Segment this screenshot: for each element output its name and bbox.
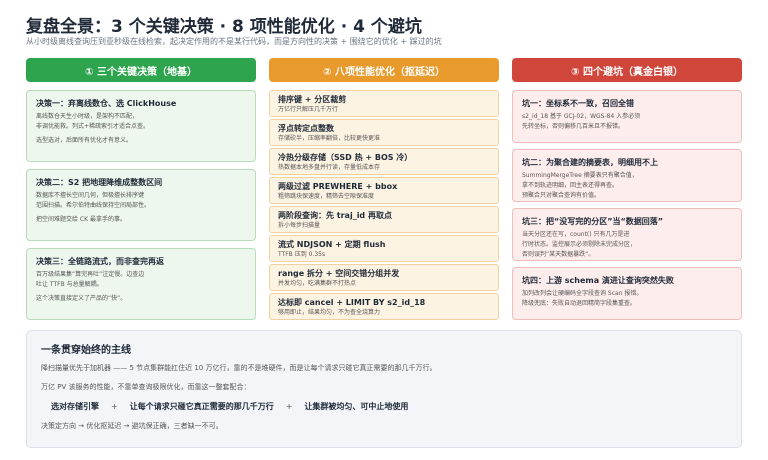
optimization-card-4: 两级过滤 PREWHERE + bbox 粗筛跳块保速度，精筛去空隙保准度 (269, 177, 499, 204)
optimization-card-line: 拆小每步扫描量 (278, 222, 321, 229)
optimization-card-line: 存储砍半，压缩率翻倍，比较更快更准 (278, 135, 381, 142)
page-title: 复盘全景：3 个关键决策 · 8 项性能优化 · 4 个避坑 (26, 17, 422, 37)
optimizations-header: ② 八项性能优化（抠延迟） (269, 58, 499, 82)
decision-card-note: 这个决策直接定义了产品的“快”。 (36, 295, 127, 302)
pitfalls-header: ③ 四个避坑（真金白银） (512, 58, 742, 82)
optimization-card-line: 够用即止，结果均匀，不为查全烧算力 (278, 309, 381, 316)
decision-card-line: 百万级结果集“算完再吐”注定慢。边查边 (36, 271, 145, 278)
page-subtitle: 从小时级离线查询压到亚秒级在线检索，起决定作用的不是某行代码，而是方向性的决策 … (26, 37, 442, 46)
summary-panel: 一条贯穿始终的主线 降扫描量优先于加机器 —— 5 节点集群能扛住近 10 万亿… (26, 330, 742, 448)
optimizations-column: ② 八项性能优化（抠延迟） 排序键 + 分区裁剪 万亿行只解压几千万行 浮点转定… (269, 58, 499, 322)
summary-chain: 选对存储引擎 + 让每个请求只碰它真正需要的那几千万行 + 让集群被均匀、可中止… (51, 401, 727, 412)
decision-card-title: 决策一：弃离线数仓、选 ClickHouse (36, 99, 177, 108)
chain-item: 让每个请求只碰它真正需要的那几千万行 (129, 402, 274, 411)
summary-line-3: 决策定方向 → 优化抠延迟 → 避坑保正确，三者缺一不可。 (41, 422, 223, 430)
optimization-card-title: 两级过滤 PREWHERE + bbox (278, 182, 398, 191)
decision-card-note: 选型选对，后面所有优化才有意义。 (36, 137, 133, 144)
pitfalls-column: ③ 四个避坑（真金白银） 坑一：坐标系不一致，召回全错 s2_id_18 基于 … (512, 58, 742, 326)
pitfall-card-title: 坑三：把“没写完的分区”当“数据回落” (522, 217, 664, 226)
pitfall-card-line: 行时状态。监控展示必须剔除未完成分区， (522, 241, 637, 248)
optimization-card-line: 并发均匀，吃满集群不打热点 (278, 280, 357, 287)
chain-plus: + (111, 402, 118, 411)
optimization-card-3: 冷热分级存储（SSD 热 + BOS 冷） 热数据本地多盘并行读，存量低成本存 (269, 148, 499, 175)
optimization-card-1: 排序键 + 分区裁剪 万亿行只解压几千万行 (269, 90, 499, 117)
optimization-card-5: 两阶段查询：先 traj_id 再取点 拆小每步扫描量 (269, 206, 499, 233)
optimization-card-7: range 拆分 + 空间交错分组并发 并发均匀，吃满集群不打热点 (269, 264, 499, 291)
decision-card-title: 决策二：S2 把地理降维成整数区间 (36, 178, 163, 187)
optimization-card-6: 流式 NDJSON + 定期 flush TTFB 压到 0.35s (269, 235, 499, 262)
chain-item: 让集群被均匀、可中止地使用 (304, 402, 409, 411)
optimization-card-8: 达标即 cancel + LIMIT BY s2_id_18 够用即止，结果均匀… (269, 293, 499, 320)
decision-card-title: 决策三：全链路流式，而非查完再返 (36, 257, 164, 266)
pitfall-card-title: 坑一：坐标系不一致，召回全错 (522, 99, 634, 108)
optimization-card-title: 达标即 cancel + LIMIT BY s2_id_18 (278, 298, 426, 307)
summary-line-1: 降扫描量优先于加机器 —— 5 节点集群能扛住近 10 万亿行，靠的不是堆硬件，… (41, 364, 437, 372)
pitfall-card-title: 坑四：上游 schema 演进让查询突然失败 (522, 276, 674, 285)
decisions-header: ① 三个关键决策（地基） (26, 58, 256, 82)
decision-card-line: 吐让 TTFB 与总量解耦。 (36, 281, 103, 288)
optimization-card-line: TTFB 压到 0.35s (278, 251, 326, 258)
pitfall-card-line: 拿不到轨迹明细，回主表还得再查。 (522, 182, 619, 189)
decisions-column: ① 三个关键决策（地基） 决策一：弃离线数仓、选 ClickHouse 离线数仓… (26, 58, 256, 327)
decision-card-2: 决策二：S2 把地理降维成整数区间 数据库不擅长空间几何，但极擅长排序键 范围扫… (26, 169, 256, 241)
optimization-card-title: 两阶段查询：先 traj_id 再取点 (278, 211, 392, 220)
pitfall-card-line: s2_id_18 基于 GCJ-02，WGS-84 入参必须 (522, 113, 641, 120)
decision-card-3: 决策三：全链路流式，而非查完再返 百万级结果集“算完再吐”注定慢。边查边 吐让 … (26, 248, 256, 320)
pitfall-card-line: SummingMergeTree 摘要表只有聚合值， (522, 172, 638, 179)
optimization-card-title: 排序键 + 分区裁剪 (278, 95, 347, 104)
summary-line-2: 万亿 PV 该服务的性能，不靠单查询极限优化，而靠这一整套配合： (41, 383, 251, 391)
optimization-card-title: range 拆分 + 空间交错分组并发 (278, 269, 400, 278)
optimization-card-title: 流式 NDJSON + 定期 flush (278, 240, 386, 249)
pitfall-card-line: 当天分区还在写，count() 只有几万是进 (522, 231, 630, 238)
optimization-card-title: 浮点转定点整数 (278, 124, 334, 133)
pitfall-card-line: 先转坐标，否则偏移几百米且不报错。 (522, 123, 625, 130)
decision-card-1: 决策一：弃离线数仓、选 ClickHouse 离线数仓天生小时级，是架构不匹配，… (26, 90, 256, 162)
decision-card-line: 数据库不擅长空间几何，但极擅长排序键 (36, 192, 145, 199)
decision-card-line: 范围扫描。希尔伯特曲线保持空间局部性。 (36, 202, 151, 209)
pitfall-card-line: 预聚合只对聚合查询有价值。 (522, 192, 601, 199)
pitfall-card-title: 坑二：为聚合建的摘要表，明细用不上 (522, 158, 658, 167)
pitfall-card-3: 坑三：把“没写完的分区”当“数据回落” 当天分区还在写，count() 只有几万… (512, 208, 742, 261)
pitfall-card-4: 坑四：上游 schema 演进让查询突然失败 加列改列会让硬编码全字段查询 Sc… (512, 267, 742, 320)
pitfall-card-line: 否则误判“某天数据暴跌”。 (522, 251, 595, 258)
optimization-card-line: 万亿行只解压几千万行 (278, 106, 339, 113)
pitfall-card-line: 降级兜底：失败自动退回精简字段集重查。 (522, 300, 637, 307)
pitfall-card-1: 坑一：坐标系不一致，召回全错 s2_id_18 基于 GCJ-02，WGS-84… (512, 90, 742, 143)
decision-card-line: 离线数仓天生小时级，是架构不匹配， (36, 113, 139, 120)
pitfall-card-2: 坑二：为聚合建的摘要表，明细用不上 SummingMergeTree 摘要表只有… (512, 149, 742, 202)
decision-card-line: 非调优能救。列式+稀疏索引才适合点查。 (36, 123, 150, 130)
pitfall-card-line: 加列改列会让硬编码全字段查询 Scan 报错。 (522, 290, 643, 297)
optimization-card-2: 浮点转定点整数 存储砍半，压缩率翻倍，比较更快更准 (269, 119, 499, 146)
chain-item: 选对存储引擎 (51, 402, 99, 411)
optimization-card-line: 粗筛跳块保速度，精筛去空隙保准度 (278, 193, 375, 200)
optimization-card-title: 冷热分级存储（SSD 热 + BOS 冷） (278, 153, 413, 162)
chain-plus: + (285, 402, 293, 411)
decision-card-note: 把空间难题交给 CK 最拿手的事。 (36, 216, 126, 223)
summary-title: 一条贯穿始终的主线 (41, 345, 131, 356)
optimization-card-line: 热数据本地多盘并行读，存量低成本存 (278, 164, 381, 171)
